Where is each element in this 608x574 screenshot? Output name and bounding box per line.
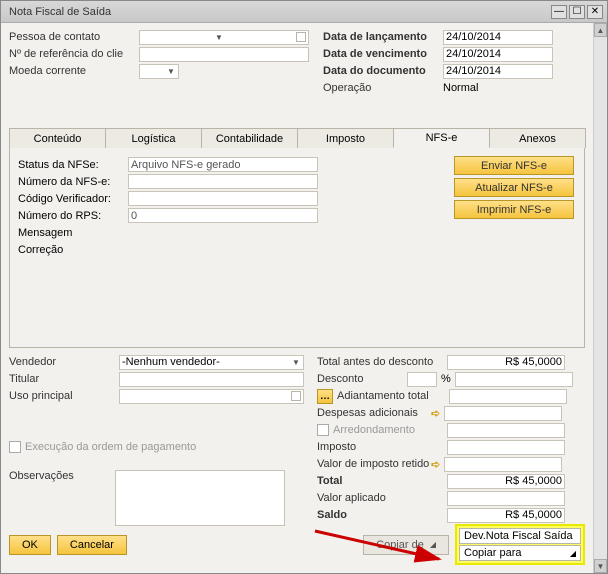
dropdown-icon[interactable]: ▼ (166, 67, 176, 76)
mensagem-label: Mensagem (18, 227, 128, 239)
moeda-field[interactable]: ▼ (139, 64, 179, 79)
desconto-val-field[interactable] (455, 372, 573, 387)
exec-ordem-label: Execução da ordem de pagamento (25, 441, 196, 453)
codigo-verif-field[interactable] (128, 191, 318, 206)
arred-label: Arredondamento (333, 424, 447, 436)
data-lanc-field[interactable]: 24/10/2014 (443, 30, 553, 45)
operacao-label: Operação (323, 82, 443, 94)
total-antes-label: Total antes do desconto (317, 356, 447, 368)
imposto-label: Imposto (317, 441, 447, 453)
picker-icon[interactable] (291, 391, 301, 401)
tab-panel-nfse: Status da NFSe:Arquivo NFS-e gerado Núme… (9, 148, 585, 348)
imprimir-nfse-button[interactable]: Imprimir NFS-e (454, 200, 574, 219)
numero-nfse-field[interactable] (128, 174, 318, 189)
tab-contabilidade[interactable]: Contabilidade (201, 128, 298, 148)
titlebar[interactable]: Nota Fiscal de Saída — ☐ ✕ (1, 1, 607, 23)
valor-aplicado-label: Valor aplicado (317, 492, 447, 504)
dev-nota-fiscal-item[interactable]: Dev.Nota Fiscal Saída (459, 528, 581, 544)
pessoa-field[interactable]: ▼ (139, 30, 309, 45)
tab-strip: Conteúdo Logística Contabilidade Imposto… (9, 127, 585, 148)
copiar-para-highlight: Dev.Nota Fiscal Saída Copiar para◢ (455, 524, 585, 565)
total-antes-field[interactable]: R$ 45,0000 (447, 355, 565, 370)
imposto-field[interactable] (447, 440, 565, 455)
copiar-para-button[interactable]: Copiar para◢ (459, 545, 581, 561)
window-body: Pessoa de contato ▼ Nº de referência do … (1, 23, 593, 573)
scrollbar[interactable]: ▲ ▼ (593, 23, 607, 573)
desconto-pct-field[interactable] (407, 372, 437, 387)
despesas-field[interactable] (444, 406, 562, 421)
valor-retido-field[interactable] (444, 457, 562, 472)
adiant-label: Adiantamento total (337, 390, 449, 402)
data-doc-label: Data do documento (323, 65, 443, 77)
dropdown-icon[interactable]: ▼ (291, 358, 301, 367)
observacoes-label: Observações (9, 470, 109, 482)
uso-label: Uso principal (9, 390, 119, 402)
despesas-label: Despesas adicionais (317, 407, 431, 419)
maximize-button[interactable]: ☐ (569, 5, 585, 19)
pct-label: % (441, 373, 451, 385)
total-field[interactable]: R$ 45,0000 (447, 474, 565, 489)
cancelar-button[interactable]: Cancelar (57, 535, 127, 555)
ok-button[interactable]: OK (9, 535, 51, 555)
desconto-label: Desconto (317, 373, 407, 385)
numero-rps-label: Número do RPS: (18, 210, 128, 222)
saldo-field[interactable]: R$ 45,0000 (447, 508, 565, 523)
tab-conteudo[interactable]: Conteúdo (9, 128, 106, 148)
codigo-verif-label: Código Verificador: (18, 193, 128, 205)
enviar-nfse-button[interactable]: Enviar NFS-e (454, 156, 574, 175)
data-venc-label: Data de vencimento (323, 48, 443, 60)
scroll-up-icon[interactable]: ▲ (594, 23, 607, 37)
ref-field[interactable] (139, 47, 309, 62)
copiar-de-button[interactable]: Copiar de◢ (363, 535, 449, 555)
numero-rps-field[interactable]: 0 (128, 208, 318, 223)
vendedor-label: Vendedor (9, 356, 119, 368)
adiant-button[interactable]: … (317, 389, 333, 404)
status-nfse-label: Status da NFSe: (18, 159, 128, 171)
operacao-value: Normal (443, 82, 553, 94)
scroll-down-icon[interactable]: ▼ (594, 559, 607, 573)
uso-field[interactable] (119, 389, 304, 404)
observacoes-field[interactable] (115, 470, 285, 526)
window-title: Nota Fiscal de Saída (5, 6, 549, 18)
footer: OK Cancelar Copiar de◢ Dev.Nota Fiscal S… (9, 524, 585, 565)
status-nfse-field[interactable]: Arquivo NFS-e gerado (128, 157, 318, 172)
atualizar-nfse-button[interactable]: Atualizar NFS-e (454, 178, 574, 197)
data-venc-field[interactable]: 24/10/2014 (443, 47, 553, 62)
picker-icon[interactable] (296, 32, 306, 42)
saldo-label: Saldo (317, 509, 447, 521)
data-doc-field[interactable]: 24/10/2014 (443, 64, 553, 79)
nota-fiscal-window: Nota Fiscal de Saída — ☐ ✕ ▲ ▼ Pessoa de… (0, 0, 608, 574)
vendedor-field[interactable]: -Nenhum vendedor-▼ (119, 355, 304, 370)
valor-retido-label: Valor de imposto retido (317, 458, 431, 470)
adiant-field[interactable] (449, 389, 567, 404)
arred-field[interactable] (447, 423, 565, 438)
tab-anexos[interactable]: Anexos (489, 128, 586, 148)
tab-imposto[interactable]: Imposto (297, 128, 394, 148)
moeda-label: Moeda corrente (9, 65, 139, 77)
valor-aplicado-field[interactable] (447, 491, 565, 506)
titular-label: Titular (9, 373, 119, 385)
total-label: Total (317, 475, 447, 487)
titular-field[interactable] (119, 372, 304, 387)
link-arrow-icon[interactable]: ➪ (431, 407, 440, 420)
ref-label: Nº de referência do clie (9, 48, 139, 60)
minimize-button[interactable]: — (551, 5, 567, 19)
tab-nfse[interactable]: NFS-e (393, 128, 490, 148)
link-arrow-icon[interactable]: ➪ (431, 458, 440, 471)
dropdown-icon[interactable]: ▼ (214, 33, 224, 42)
tab-logistica[interactable]: Logística (105, 128, 202, 148)
pessoa-label: Pessoa de contato (9, 31, 139, 43)
close-button[interactable]: ✕ (587, 5, 603, 19)
data-lanc-label: Data de lançamento (323, 31, 443, 43)
exec-ordem-checkbox[interactable] (9, 441, 21, 453)
arred-checkbox[interactable] (317, 424, 329, 436)
correcao-label: Correção (18, 244, 128, 256)
numero-nfse-label: Número da NFS-e: (18, 176, 128, 188)
